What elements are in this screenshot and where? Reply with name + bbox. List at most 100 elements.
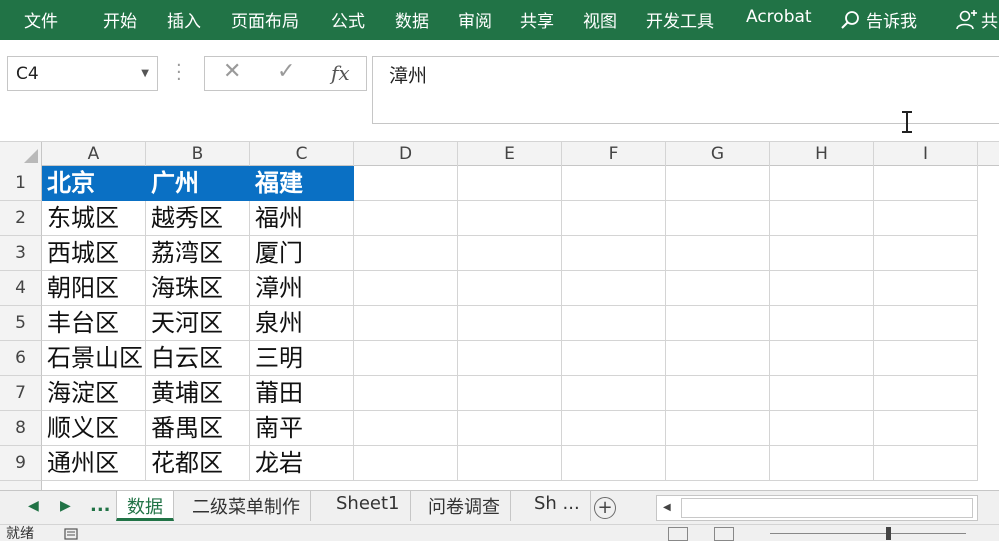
grid-cell[interactable] (666, 236, 770, 271)
page-layout-view-icon[interactable] (714, 527, 734, 541)
grid-cell[interactable] (666, 341, 770, 376)
grid-cell[interactable] (666, 166, 770, 201)
grid-cell[interactable] (354, 271, 458, 306)
add-sheet-icon[interactable]: + (594, 497, 616, 519)
grid-cell[interactable] (458, 306, 562, 341)
normal-view-icon[interactable] (668, 527, 688, 541)
grid-cell[interactable] (770, 166, 874, 201)
grid-cell[interactable] (562, 201, 666, 236)
grid-cell[interactable] (666, 306, 770, 341)
grid-cell[interactable] (770, 376, 874, 411)
tab-developer[interactable]: 开发工具 (646, 7, 714, 32)
horizontal-scrollbar[interactable]: ◀ (656, 495, 978, 521)
grid-cell[interactable] (458, 166, 562, 201)
row-header[interactable]: 6 (0, 341, 42, 376)
zoom-slider[interactable] (770, 533, 966, 534)
grid-cell[interactable]: 南平 (250, 411, 354, 446)
share-button[interactable]: 共 (955, 7, 998, 32)
grid-cell[interactable] (874, 341, 978, 376)
grid-cell[interactable]: 朝阳区 (42, 271, 146, 306)
column-header[interactable]: G (666, 142, 770, 166)
grid-cell[interactable] (770, 411, 874, 446)
row-header[interactable] (0, 481, 42, 490)
chevron-down-icon[interactable]: ▼ (141, 68, 149, 79)
select-all-button[interactable] (0, 142, 42, 166)
tab-page-layout[interactable]: 页面布局 (231, 7, 299, 32)
column-header[interactable]: A (42, 142, 146, 166)
sheet-tab[interactable]: Sheet1 (326, 491, 411, 521)
grid-cell[interactable]: 顺义区 (42, 411, 146, 446)
more-sheets-left[interactable]: ... (90, 495, 111, 516)
grid-cell[interactable] (874, 201, 978, 236)
grid-cell[interactable] (770, 446, 874, 481)
header-cell[interactable]: 广州 (146, 166, 250, 201)
grid-cell[interactable]: 海珠区 (146, 271, 250, 306)
column-header[interactable]: C (250, 142, 354, 166)
sheet-tab[interactable]: 问卷调查 (418, 491, 511, 521)
row-header[interactable]: 7 (0, 376, 42, 411)
grid-cell[interactable]: 厦门 (250, 236, 354, 271)
grid-cell[interactable]: 漳州 (250, 271, 354, 306)
row-header[interactable]: 5 (0, 306, 42, 341)
grid-cell[interactable] (354, 446, 458, 481)
grid-cell[interactable]: 三明 (250, 341, 354, 376)
grid-cell[interactable]: 石景山区 (42, 341, 146, 376)
grid-cell[interactable] (458, 446, 562, 481)
grid-cell[interactable]: 越秀区 (146, 201, 250, 236)
grid-cell[interactable] (874, 271, 978, 306)
grid-cell[interactable]: 福州 (250, 201, 354, 236)
scroll-right-icon[interactable]: ▶ (60, 498, 71, 514)
tab-home[interactable]: 开始 (103, 7, 137, 32)
tab-insert[interactable]: 插入 (167, 7, 201, 32)
sheet-tab[interactable]: Sh ... (524, 491, 591, 521)
grid-cell[interactable] (562, 341, 666, 376)
grid-cell[interactable] (354, 376, 458, 411)
tab-acrobat[interactable]: Acrobat (746, 7, 812, 27)
sheet-tab-active[interactable]: 数据 (116, 491, 174, 521)
grid-cell[interactable]: 白云区 (146, 341, 250, 376)
macro-record-icon[interactable] (64, 527, 84, 540)
tab-data[interactable]: 数据 (395, 7, 429, 32)
grid-cell[interactable] (458, 376, 562, 411)
row-header[interactable]: 9 (0, 446, 42, 481)
grid-cell[interactable]: 通州区 (42, 446, 146, 481)
row-header[interactable]: 1 (0, 166, 42, 201)
grid-cell[interactable] (562, 166, 666, 201)
zoom-slider-thumb[interactable] (886, 527, 891, 540)
row-header[interactable]: 8 (0, 411, 42, 446)
grid-cell[interactable] (354, 201, 458, 236)
column-header[interactable]: H (770, 142, 874, 166)
grid-cell[interactable] (562, 271, 666, 306)
grid-cell[interactable]: 丰台区 (42, 306, 146, 341)
grid-cell[interactable] (874, 236, 978, 271)
grid-cell[interactable]: 莆田 (250, 376, 354, 411)
cancel-icon[interactable]: ✕ (223, 59, 241, 84)
header-cell[interactable]: 福建 (250, 166, 354, 201)
grid-cell[interactable] (354, 236, 458, 271)
grid-cell[interactable] (458, 201, 562, 236)
grid-cell[interactable]: 天河区 (146, 306, 250, 341)
grid-cell[interactable]: 西城区 (42, 236, 146, 271)
grid-cell[interactable] (770, 201, 874, 236)
column-header[interactable]: F (562, 142, 666, 166)
grid-cell[interactable] (666, 446, 770, 481)
grid-cell[interactable] (354, 306, 458, 341)
grid-cell[interactable] (666, 271, 770, 306)
grid-cell[interactable] (666, 411, 770, 446)
column-header[interactable]: E (458, 142, 562, 166)
grid-cell[interactable]: 海淀区 (42, 376, 146, 411)
grid-cell[interactable] (874, 166, 978, 201)
grid-cell[interactable] (562, 446, 666, 481)
grid-cell[interactable] (354, 411, 458, 446)
grid-cell[interactable] (562, 376, 666, 411)
grid-cell[interactable] (458, 236, 562, 271)
enter-icon[interactable]: ✓ (277, 59, 295, 84)
column-header[interactable]: D (354, 142, 458, 166)
grid-cell[interactable] (770, 306, 874, 341)
tab-share[interactable]: 共享 (520, 7, 554, 32)
row-header[interactable]: 4 (0, 271, 42, 306)
drag-handle-icon[interactable]: · · · (176, 57, 182, 89)
grid-cell[interactable] (458, 341, 562, 376)
grid-cell[interactable] (458, 271, 562, 306)
row-header[interactable]: 2 (0, 201, 42, 236)
